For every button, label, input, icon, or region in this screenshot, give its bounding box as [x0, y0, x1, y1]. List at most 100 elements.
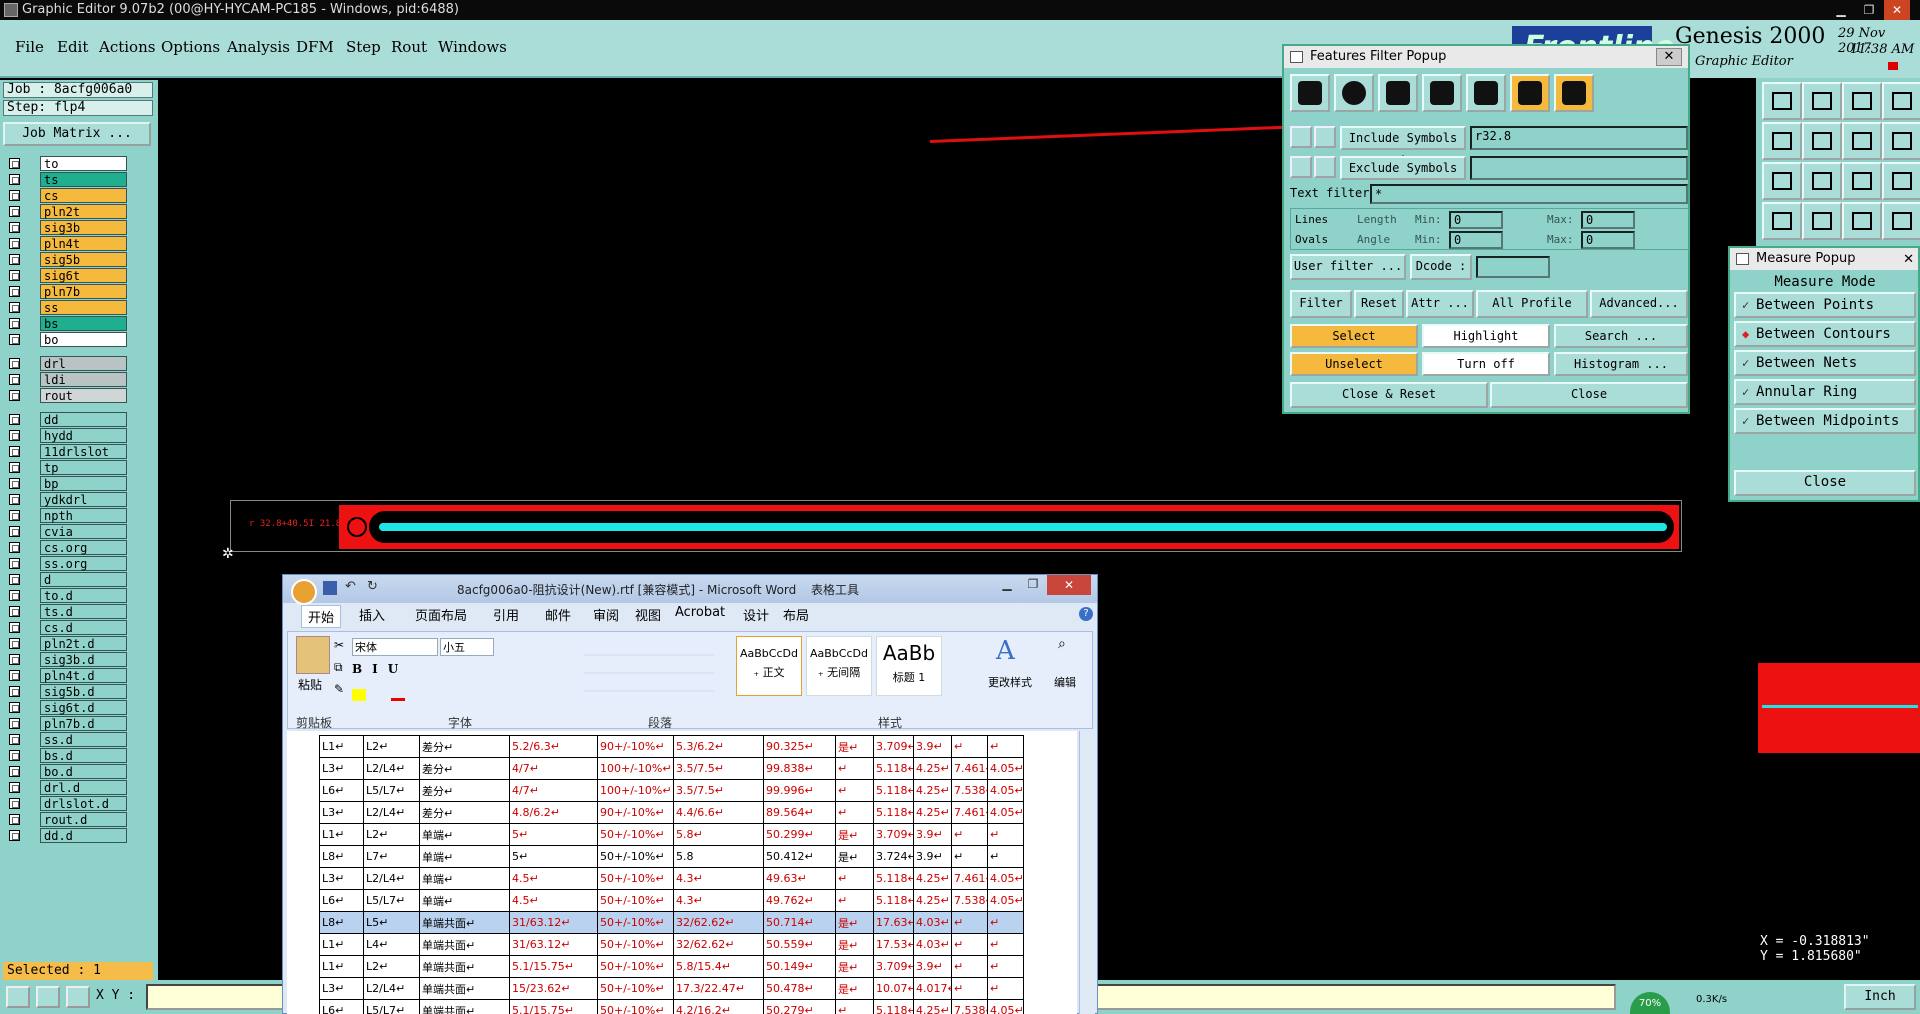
layer-name[interactable]: cs.d: [40, 620, 127, 635]
layer-name[interactable]: bp: [40, 476, 127, 491]
table-cell[interactable]: 4.05↵: [987, 757, 1024, 780]
measure-close-button[interactable]: Close: [1734, 470, 1916, 496]
layer-row[interactable]: dd: [5, 412, 127, 427]
table-cell[interactable]: 3.709↵: [873, 823, 914, 846]
length-max-input[interactable]: 0: [1581, 211, 1635, 229]
layer-name[interactable]: ss.org: [40, 556, 127, 571]
table-cell[interactable]: ↵: [987, 911, 1024, 934]
pan-icon[interactable]: [1802, 162, 1842, 200]
layer-checkbox[interactable]: [9, 334, 20, 345]
table-cell[interactable]: 4.2/16.2↵: [673, 999, 764, 1014]
layer-row[interactable]: bs.d: [5, 748, 127, 763]
table-row[interactable]: L6↵ L5/L7↵ 差分↵ 4/7↵ 100+/-10%↵ 3.5/7.5↵ 99.996…: [319, 779, 1024, 802]
swap-icon[interactable]: [1882, 122, 1920, 160]
unselect-button[interactable]: Unselect: [1290, 352, 1418, 376]
fit-right-icon[interactable]: [1802, 122, 1842, 160]
split-icon[interactable]: [1882, 82, 1920, 120]
drill-alt-icon[interactable]: [1882, 202, 1920, 240]
word-maximize[interactable]: ❐: [1021, 577, 1045, 595]
table-cell[interactable]: 是↵: [835, 845, 874, 868]
layer-row[interactable]: bs: [5, 316, 127, 331]
layer-name[interactable]: tp: [40, 460, 127, 475]
layer-name[interactable]: drlslot.d: [40, 796, 127, 811]
table-cell[interactable]: 单端↵: [419, 867, 510, 890]
table-cell[interactable]: 3.709↵: [873, 955, 914, 978]
table-cell[interactable]: L1↵: [319, 735, 364, 758]
table-cell[interactable]: 4.25↵: [913, 757, 952, 780]
table-cell[interactable]: L1↵: [319, 823, 364, 846]
font-select[interactable]: 宋体: [352, 638, 438, 656]
layer-name[interactable]: to.d: [40, 588, 127, 603]
layer-name[interactable]: ts.d: [40, 604, 127, 619]
include-symbols-input[interactable]: r32.8: [1470, 126, 1688, 150]
measure-tool-icon[interactable]: [36, 986, 60, 1008]
layer-row[interactable]: pln4t: [5, 236, 127, 251]
menu-step[interactable]: Step: [346, 38, 381, 56]
exclude-symbols-input[interactable]: [1470, 156, 1688, 180]
layer-row[interactable]: pln7b.d: [5, 716, 127, 731]
layer-checkbox[interactable]: [9, 158, 20, 169]
table-cell[interactable]: L5/L7↵: [363, 779, 420, 802]
table-cell[interactable]: ↵: [951, 955, 988, 978]
table-row[interactable]: L1↵ L2↵ 单端↵ 5↵ 50+/-10%↵ 5.8↵ 50.299↵ 是↵ 3.709↵ 3…: [319, 823, 1024, 846]
pad-icon[interactable]: [1334, 74, 1374, 112]
layer-row[interactable]: to.d: [5, 588, 127, 603]
layer-name[interactable]: ss: [40, 300, 127, 315]
table-cell[interactable]: ↵: [951, 911, 988, 934]
table-cell[interactable]: 5.8: [673, 845, 764, 868]
fit-left-icon[interactable]: [1762, 122, 1802, 160]
scale-icon[interactable]: [1842, 162, 1882, 200]
layer-checkbox[interactable]: [9, 766, 20, 777]
table-cell[interactable]: 50.149↵: [763, 955, 836, 978]
save-icon[interactable]: [323, 581, 337, 595]
table-cell[interactable]: 4.25↵: [913, 999, 952, 1014]
table-cell[interactable]: 90.325↵: [763, 735, 836, 758]
layer-row[interactable]: npth: [5, 508, 127, 523]
table-cell[interactable]: L1↵: [319, 955, 364, 978]
layer-row[interactable]: ldi: [5, 372, 127, 387]
layer-row[interactable]: ts: [5, 172, 127, 187]
layer-name[interactable]: dd: [40, 412, 127, 427]
table-row[interactable]: L6↵ L5/L7↵ 单端↵ 4.5↵ 50+/-10%↵ 4.3↵ 49.762↵ ↵ 5.1…: [319, 889, 1024, 912]
layer-row[interactable]: d: [5, 572, 127, 587]
angle-min-input[interactable]: 0: [1449, 231, 1503, 249]
table-cell[interactable]: 5↵: [509, 823, 598, 846]
table-cell[interactable]: 50+/-10%↵: [597, 955, 674, 978]
view-tool-icon[interactable]: [6, 986, 30, 1008]
word-close[interactable]: ✕: [1047, 575, 1091, 595]
layer-row[interactable]: dd.d: [5, 828, 127, 843]
layer-row[interactable]: ts.d: [5, 604, 127, 619]
table-cell[interactable]: 5.2/6.3↵: [509, 735, 598, 758]
layer-name[interactable]: rout: [40, 388, 127, 403]
table-cell[interactable]: 50.412↵: [763, 845, 836, 868]
table-cell[interactable]: 是↵: [835, 735, 874, 758]
lines-checkbox[interactable]: Lines: [1295, 213, 1328, 226]
table-cell[interactable]: 49.762↵: [763, 889, 836, 912]
layer-row[interactable]: cs: [5, 188, 127, 203]
layer-checkbox[interactable]: [9, 814, 20, 825]
table-cell[interactable]: 3.724↵: [873, 845, 914, 868]
menu-options[interactable]: Options: [161, 38, 220, 56]
table-cell[interactable]: 7.461↵: [951, 757, 988, 780]
ribbon-tab[interactable]: Acrobat: [675, 605, 725, 620]
layer-row[interactable]: ss.org: [5, 556, 127, 571]
table-cell[interactable]: 5.118↵: [873, 867, 914, 890]
angle-max-input[interactable]: 0: [1581, 231, 1635, 249]
table-cell[interactable]: 10.07↵: [873, 977, 914, 1000]
table-cell[interactable]: ↵: [951, 823, 988, 846]
table-cell[interactable]: 100+/-10%↵: [597, 779, 674, 802]
layer-row[interactable]: pln2t.d: [5, 636, 127, 651]
layer-checkbox[interactable]: [9, 542, 20, 553]
table-cell[interactable]: 50+/-10%↵: [597, 823, 674, 846]
table-cell[interactable]: ↵: [951, 977, 988, 1000]
table-cell[interactable]: 32/62.62↵: [673, 933, 764, 956]
grid-icon[interactable]: [1802, 202, 1842, 240]
layer-row[interactable]: ydkdrl: [5, 492, 127, 507]
style-gallery-item[interactable]: AaBbCcDd ₊ 无间隔: [806, 636, 872, 696]
layer-name[interactable]: pln4t: [40, 236, 127, 251]
arc-icon[interactable]: [1422, 74, 1462, 112]
table-cell[interactable]: 单端共面↵: [419, 999, 510, 1014]
layer-checkbox[interactable]: [9, 510, 20, 521]
table-cell[interactable]: 7.538↵: [951, 889, 988, 912]
menu-edit[interactable]: Edit: [57, 38, 88, 56]
